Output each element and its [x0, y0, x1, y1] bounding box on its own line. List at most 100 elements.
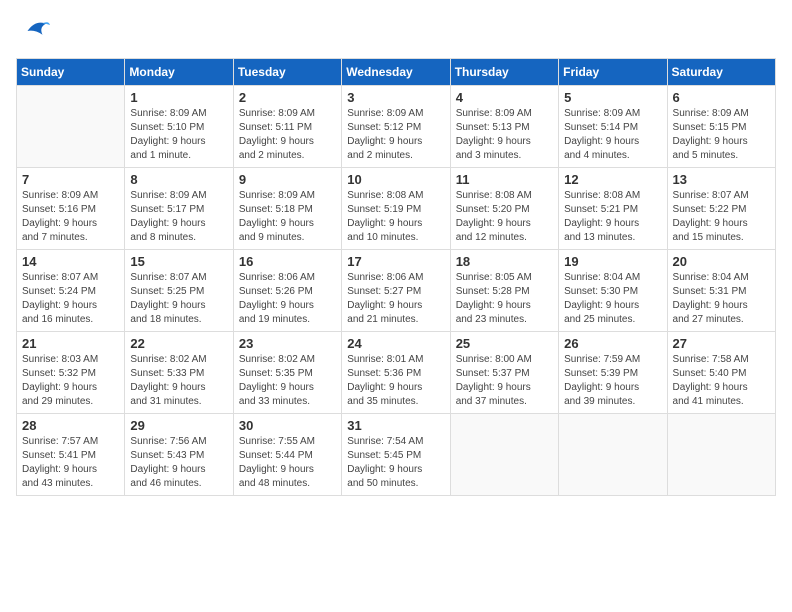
day-number: 20: [673, 254, 770, 269]
weekday-header-tuesday: Tuesday: [233, 59, 341, 86]
calendar-cell: 31 Sunrise: 7:54 AMSunset: 5:45 PMDayligh…: [342, 414, 450, 496]
day-info: Sunrise: 8:09 AMSunset: 5:11 PMDaylight:…: [239, 107, 336, 163]
page-header: [16, 16, 776, 46]
calendar-week-2: 14 Sunrise: 8:07 AMSunset: 5:24 PMDayligh…: [17, 250, 776, 332]
day-number: 30: [239, 418, 336, 433]
calendar-cell: 7 Sunrise: 8:09 AMSunset: 5:16 PMDaylight…: [17, 168, 125, 250]
day-number: 18: [456, 254, 553, 269]
day-number: 4: [456, 90, 553, 105]
calendar-week-1: 7 Sunrise: 8:09 AMSunset: 5:16 PMDaylight…: [17, 168, 776, 250]
day-number: 8: [130, 172, 227, 187]
calendar-cell: 8 Sunrise: 8:09 AMSunset: 5:17 PMDaylight…: [125, 168, 233, 250]
day-info: Sunrise: 7:59 AMSunset: 5:39 PMDaylight:…: [564, 353, 661, 409]
calendar-cell: 19 Sunrise: 8:04 AMSunset: 5:30 PMDayligh…: [559, 250, 667, 332]
calendar-cell: 15 Sunrise: 8:07 AMSunset: 5:25 PMDayligh…: [125, 250, 233, 332]
calendar-cell: 9 Sunrise: 8:09 AMSunset: 5:18 PMDaylight…: [233, 168, 341, 250]
calendar-cell: 24 Sunrise: 8:01 AMSunset: 5:36 PMDayligh…: [342, 332, 450, 414]
day-number: 2: [239, 90, 336, 105]
weekday-header-thursday: Thursday: [450, 59, 558, 86]
calendar-cell: 21 Sunrise: 8:03 AMSunset: 5:32 PMDayligh…: [17, 332, 125, 414]
day-info: Sunrise: 8:07 AMSunset: 5:22 PMDaylight:…: [673, 189, 770, 245]
day-info: Sunrise: 8:09 AMSunset: 5:16 PMDaylight:…: [22, 189, 119, 245]
calendar-week-4: 28 Sunrise: 7:57 AMSunset: 5:41 PMDayligh…: [17, 414, 776, 496]
day-number: 16: [239, 254, 336, 269]
day-info: Sunrise: 8:04 AMSunset: 5:31 PMDaylight:…: [673, 271, 770, 327]
day-info: Sunrise: 8:03 AMSunset: 5:32 PMDaylight:…: [22, 353, 119, 409]
calendar-week-0: 1 Sunrise: 8:09 AMSunset: 5:10 PMDaylight…: [17, 86, 776, 168]
day-number: 9: [239, 172, 336, 187]
day-info: Sunrise: 8:05 AMSunset: 5:28 PMDaylight:…: [456, 271, 553, 327]
day-info: Sunrise: 8:06 AMSunset: 5:27 PMDaylight:…: [347, 271, 444, 327]
day-info: Sunrise: 8:07 AMSunset: 5:24 PMDaylight:…: [22, 271, 119, 327]
day-number: 1: [130, 90, 227, 105]
day-info: Sunrise: 8:08 AMSunset: 5:21 PMDaylight:…: [564, 189, 661, 245]
day-info: Sunrise: 8:09 AMSunset: 5:18 PMDaylight:…: [239, 189, 336, 245]
day-number: 19: [564, 254, 661, 269]
weekday-header-saturday: Saturday: [667, 59, 775, 86]
day-number: 3: [347, 90, 444, 105]
day-info: Sunrise: 7:56 AMSunset: 5:43 PMDaylight:…: [130, 435, 227, 491]
calendar-cell: 26 Sunrise: 7:59 AMSunset: 5:39 PMDayligh…: [559, 332, 667, 414]
day-number: 27: [673, 336, 770, 351]
day-number: 14: [22, 254, 119, 269]
day-info: Sunrise: 8:02 AMSunset: 5:33 PMDaylight:…: [130, 353, 227, 409]
calendar-cell: 10Sunrise: 8:08 AMSunset: 5:19 PMDayligh…: [342, 168, 450, 250]
weekday-header-sunday: Sunday: [17, 59, 125, 86]
day-number: 17: [347, 254, 444, 269]
day-number: 15: [130, 254, 227, 269]
calendar-cell: 6Sunrise: 8:09 AMSunset: 5:15 PMDaylight…: [667, 86, 775, 168]
calendar-cell: 1 Sunrise: 8:09 AMSunset: 5:10 PMDaylight…: [125, 86, 233, 168]
calendar-cell: 23Sunrise: 8:02 AMSunset: 5:35 PMDayligh…: [233, 332, 341, 414]
day-info: Sunrise: 8:09 AMSunset: 5:13 PMDaylight:…: [456, 107, 553, 163]
day-number: 26: [564, 336, 661, 351]
calendar-cell: 17 Sunrise: 8:06 AMSunset: 5:27 PMDayligh…: [342, 250, 450, 332]
day-info: Sunrise: 8:09 AMSunset: 5:15 PMDaylight:…: [673, 107, 770, 163]
calendar-week-3: 21 Sunrise: 8:03 AMSunset: 5:32 PMDayligh…: [17, 332, 776, 414]
calendar-cell: 11 Sunrise: 8:08 AMSunset: 5:20 PMDayligh…: [450, 168, 558, 250]
day-info: Sunrise: 8:07 AMSunset: 5:25 PMDaylight:…: [130, 271, 227, 327]
day-number: 5: [564, 90, 661, 105]
calendar-cell: 3 Sunrise: 8:09 AMSunset: 5:12 PMDaylight…: [342, 86, 450, 168]
calendar-cell: [17, 86, 125, 168]
day-number: 24: [347, 336, 444, 351]
day-info: Sunrise: 8:09 AMSunset: 5:10 PMDaylight:…: [130, 107, 227, 163]
day-number: 25: [456, 336, 553, 351]
calendar-header-row: SundayMondayTuesdayWednesdayThursdayFrid…: [17, 59, 776, 86]
day-number: 29: [130, 418, 227, 433]
logo: [16, 16, 50, 46]
weekday-header-monday: Monday: [125, 59, 233, 86]
calendar-cell: 18 Sunrise: 8:05 AMSunset: 5:28 PMDayligh…: [450, 250, 558, 332]
day-number: 13: [673, 172, 770, 187]
calendar-cell: 27Sunrise: 7:58 AMSunset: 5:40 PMDayligh…: [667, 332, 775, 414]
calendar-cell: 2 Sunrise: 8:09 AMSunset: 5:11 PMDaylight…: [233, 86, 341, 168]
day-info: Sunrise: 8:02 AMSunset: 5:35 PMDaylight:…: [239, 353, 336, 409]
day-number: 22: [130, 336, 227, 351]
day-info: Sunrise: 8:00 AMSunset: 5:37 PMDaylight:…: [456, 353, 553, 409]
calendar-cell: 25 Sunrise: 8:00 AMSunset: 5:37 PMDayligh…: [450, 332, 558, 414]
day-number: 12: [564, 172, 661, 187]
day-info: Sunrise: 7:55 AMSunset: 5:44 PMDaylight:…: [239, 435, 336, 491]
calendar-cell: 12 Sunrise: 8:08 AMSunset: 5:21 PMDayligh…: [559, 168, 667, 250]
day-number: 7: [22, 172, 119, 187]
weekday-header-wednesday: Wednesday: [342, 59, 450, 86]
calendar-cell: [667, 414, 775, 496]
day-number: 21: [22, 336, 119, 351]
calendar-table: SundayMondayTuesdayWednesdayThursdayFrid…: [16, 58, 776, 496]
calendar-cell: [559, 414, 667, 496]
calendar-cell: 16Sunrise: 8:06 AMSunset: 5:26 PMDayligh…: [233, 250, 341, 332]
day-info: Sunrise: 7:54 AMSunset: 5:45 PMDaylight:…: [347, 435, 444, 491]
logo-bird-icon: [20, 16, 50, 46]
day-info: Sunrise: 8:04 AMSunset: 5:30 PMDaylight:…: [564, 271, 661, 327]
day-number: 31: [347, 418, 444, 433]
day-info: Sunrise: 8:09 AMSunset: 5:17 PMDaylight:…: [130, 189, 227, 245]
day-info: Sunrise: 8:08 AMSunset: 5:19 PMDaylight:…: [347, 189, 444, 245]
day-number: 28: [22, 418, 119, 433]
day-number: 11: [456, 172, 553, 187]
day-info: Sunrise: 8:09 AMSunset: 5:12 PMDaylight:…: [347, 107, 444, 163]
day-info: Sunrise: 8:01 AMSunset: 5:36 PMDaylight:…: [347, 353, 444, 409]
day-info: Sunrise: 7:57 AMSunset: 5:41 PMDaylight:…: [22, 435, 119, 491]
calendar-cell: 30 Sunrise: 7:55 AMSunset: 5:44 PMDayligh…: [233, 414, 341, 496]
day-info: Sunrise: 8:08 AMSunset: 5:20 PMDaylight:…: [456, 189, 553, 245]
calendar-cell: 28 Sunrise: 7:57 AMSunset: 5:41 PMDayligh…: [17, 414, 125, 496]
calendar-cell: 20 Sunrise: 8:04 AMSunset: 5:31 PMDayligh…: [667, 250, 775, 332]
